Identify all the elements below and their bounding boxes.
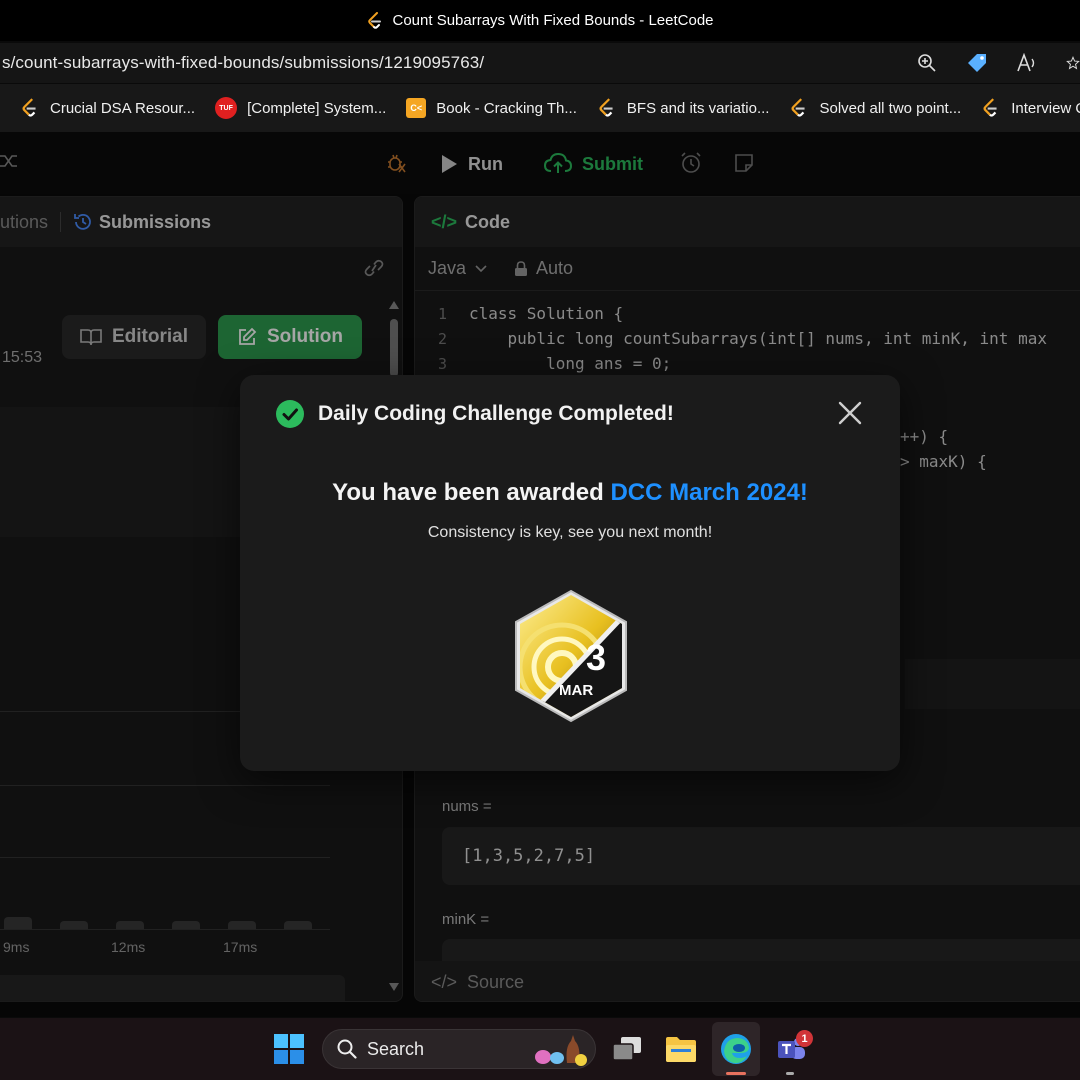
bookmark-item[interactable]: Solved all two point... — [789, 98, 961, 118]
address-bar-icons — [916, 43, 1080, 83]
award-prefix: You have been awarded — [332, 479, 611, 506]
file-explorer-icon[interactable] — [664, 1032, 698, 1066]
bookmark-item[interactable]: Crucial DSA Resour... — [20, 98, 195, 118]
active-app-indicator — [726, 1072, 746, 1075]
address-bar[interactable]: s/count-subarrays-with-fixed-bounds/subm… — [0, 43, 1080, 83]
window-title-bar: Count Subarrays With Fixed Bounds - Leet… — [0, 0, 1080, 41]
modal-title: Daily Coding Challenge Completed! — [318, 402, 674, 425]
close-icon[interactable] — [836, 399, 864, 427]
zoom-icon[interactable] — [916, 52, 938, 74]
app-running-indicator — [786, 1072, 794, 1075]
edge-browser-icon[interactable] — [719, 1032, 753, 1066]
bookmark-item[interactable]: Interview Que — [981, 98, 1080, 118]
bookmarks-bar: Crucial DSA Resour... TUF [Complete] Sys… — [0, 84, 1080, 132]
award-name-link[interactable]: DCC March 2024! — [610, 479, 807, 506]
search-icon — [337, 1039, 357, 1059]
award-message: You have been awarded DCC March 2024! — [240, 479, 900, 507]
award-subtext: Consistency is key, see you next month! — [427, 524, 713, 541]
taskbar: Search 1 — [0, 1018, 1080, 1080]
easter-eggs-icon — [535, 1035, 587, 1066]
bookmark-item[interactable]: C< Book - Cracking Th... — [406, 98, 577, 118]
search-label: Search — [367, 1038, 425, 1059]
leetcode-logo-icon — [367, 11, 381, 29]
favorite-star-icon[interactable] — [1066, 52, 1080, 74]
leetcode-icon — [791, 98, 806, 117]
dcc-badge-icon — [515, 589, 627, 723]
windows-start-icon[interactable] — [274, 1034, 304, 1064]
bookmark-item[interactable]: TUF [Complete] System... — [215, 97, 386, 119]
award-modal: Daily Coding Challenge Completed! You ha… — [240, 375, 900, 771]
badge-month: MAR — [559, 682, 594, 699]
screen: Count Subarrays With Fixed Bounds - Leet… — [0, 0, 1080, 1080]
bookmark-label: Interview Que — [1011, 99, 1080, 117]
bookmark-label: Crucial DSA Resour... — [50, 99, 196, 117]
window-title: Count Subarrays With Fixed Bounds - Leet… — [392, 12, 714, 29]
tuf-icon: TUF — [215, 97, 238, 119]
bookmark-item[interactable]: BFS and its variatio... — [597, 98, 770, 118]
leetcode-icon — [22, 98, 36, 117]
check-circle-icon — [276, 400, 304, 428]
leetcode-icon — [599, 98, 613, 117]
task-view-icon[interactable] — [610, 1032, 644, 1066]
book-icon: C< — [406, 98, 427, 118]
leetcode-icon — [983, 98, 997, 117]
price-tag-icon[interactable] — [966, 52, 988, 74]
bookmark-label: Book - Cracking Th... — [436, 99, 577, 117]
notification-badge: 1 — [796, 1030, 813, 1047]
url-text[interactable]: s/count-subarrays-with-fixed-bounds/subm… — [0, 53, 484, 73]
bookmark-label: BFS and its variatio... — [626, 99, 770, 117]
read-aloud-icon[interactable] — [1016, 52, 1038, 74]
bookmark-label: Solved all two point... — [819, 99, 962, 117]
modal-header: Daily Coding Challenge Completed! — [276, 400, 674, 428]
bookmark-label: [Complete] System... — [247, 99, 387, 117]
badge-number: 3 — [586, 637, 607, 678]
taskbar-search[interactable]: Search — [322, 1029, 596, 1069]
